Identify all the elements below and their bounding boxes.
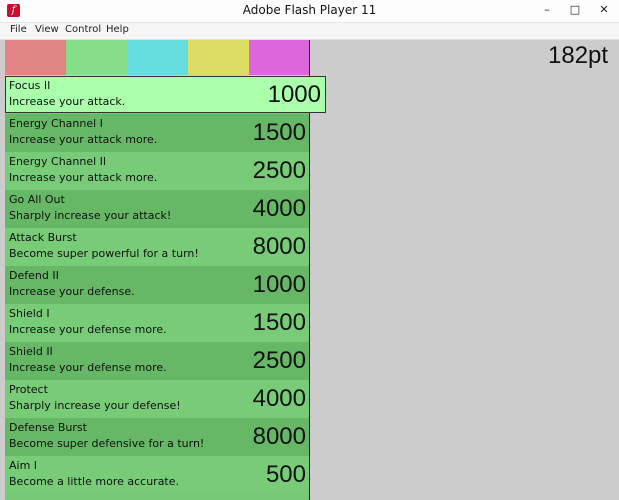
skill-row[interactable]: Defend II Increase your defense. 1000 [5,266,310,304]
skill-name: Defense Burst [9,421,87,434]
window-title: Adobe Flash Player 11 [242,3,377,17]
skill-cost: 4000 [252,195,306,222]
skill-row[interactable]: Protect Sharply increase your defense! 400… [5,380,310,418]
points-counter: 182pt [548,42,609,69]
skill-list: Focus II Increase your attack. 1000 Energy … [5,76,326,500]
skill-row[interactable]: Shield I Increase your defense more. 1500 [5,304,310,342]
skill-name: Shield I [9,307,50,320]
flash-stage: 182pt Focus II Increase your attack. 1000 E… [0,40,619,500]
skill-row[interactable]: Attack Burst Become super powerful for a … [5,228,310,266]
skill-cost: 8000 [252,423,306,450]
skill-description: Become a little more accurate. [9,475,180,488]
skill-name: Aim I [9,459,38,472]
skill-description: Become super defensive for a turn! [9,437,205,450]
skill-description: Increase your defense more. [9,323,167,336]
skill-name: Protect [9,383,48,396]
skill-row[interactable]: Focus II Increase your attack. 1000 [5,76,326,113]
menu-control[interactable]: Control [65,24,101,35]
category-tab-2[interactable] [66,40,127,75]
skill-name: Energy Channel I [9,117,103,130]
skill-description: Increase your defense more. [9,361,167,374]
skill-cost: 8000 [252,233,306,260]
skill-cost: 1000 [252,271,306,298]
skill-cost: 500 [265,461,306,488]
skill-description: Increase your attack more. [9,171,158,184]
skill-description: Become super powerful for a turn! [9,247,199,260]
skill-description: Increase your attack. [9,95,126,108]
menu-view[interactable]: View [35,24,59,35]
menu-bar: File View Control Help [0,23,619,40]
category-tab-4[interactable] [188,40,249,75]
skill-name: Defend II [9,269,59,282]
category-tabs [5,40,310,75]
skill-description: Increase your defense. [9,285,135,298]
skill-row[interactable]: Aim I Become a little more accurate. 500 [5,456,310,494]
skill-name: Go All Out [9,193,65,206]
skill-row[interactable]: Energy Channel II Increase your attack mo… [5,152,310,190]
menu-file[interactable]: File [10,24,27,35]
category-tab-5[interactable] [249,40,310,75]
skill-row[interactable]: Defense Burst Become super defensive for … [5,418,310,456]
skill-row[interactable]: Energy Channel I Increase your attack mor… [5,114,310,152]
category-tab-3[interactable] [127,40,188,75]
skill-cost: 1500 [252,119,306,146]
skill-description: Sharply increase your defense! [9,399,181,412]
skill-name: Attack Burst [9,231,77,244]
skill-row[interactable]: Shield II Increase your defense more. 2500 [5,342,310,380]
menu-help[interactable]: Help [106,24,129,35]
category-tab-1[interactable] [5,40,66,75]
skill-name: Energy Channel II [9,155,107,168]
maximize-button[interactable]: □ [561,0,589,20]
skill-cost: 2500 [252,347,306,374]
skill-cost: 1500 [252,309,306,336]
title-bar: f Adobe Flash Player 11 – □ ✕ [0,0,619,23]
skill-description: Sharply increase your attack! [9,209,172,222]
close-button[interactable]: ✕ [589,0,619,20]
skill-row[interactable]: Go All Out Sharply increase your attack! 4… [5,190,310,228]
skill-name: Focus II [9,79,51,92]
skill-cost: 1000 [267,81,321,108]
minimize-button[interactable]: – [533,0,561,20]
skill-name: Shield II [9,345,53,358]
skill-cost: 2500 [252,157,306,184]
skill-cost: 4000 [252,385,306,412]
skill-description: Increase your attack more. [9,133,158,146]
